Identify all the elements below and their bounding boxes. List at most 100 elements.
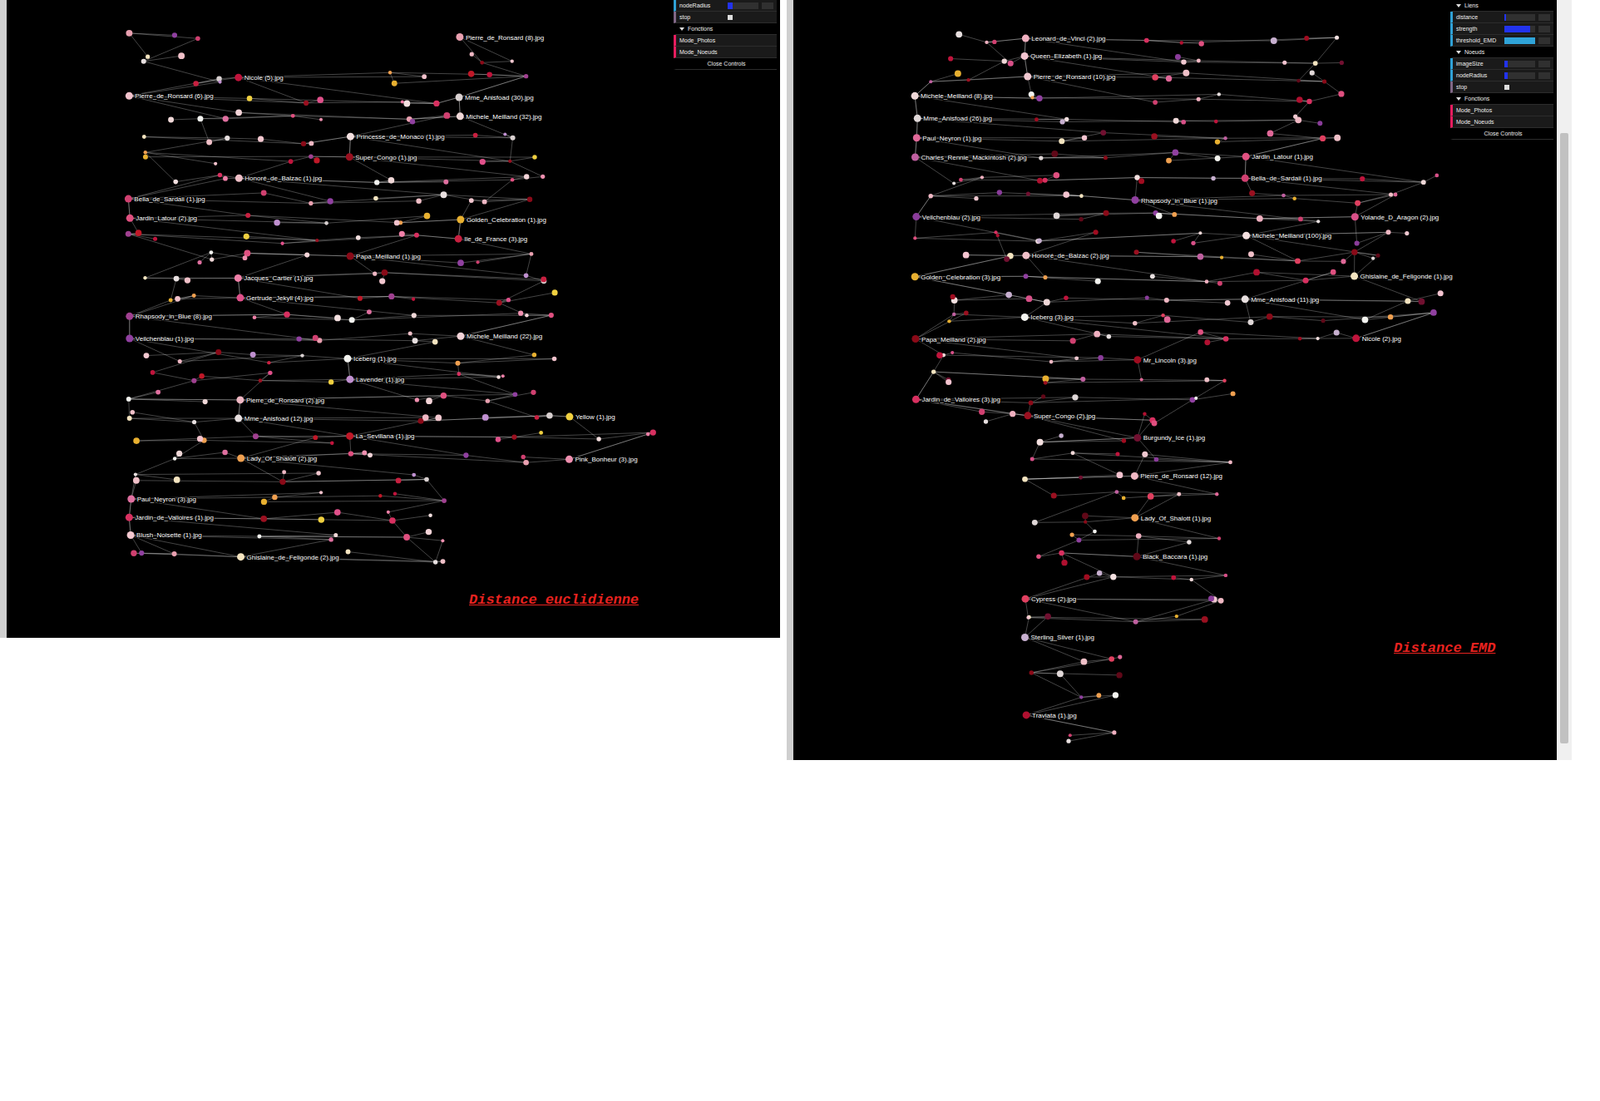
flower-node[interactable] — [540, 276, 547, 283]
flower-node[interactable] — [411, 473, 416, 478]
flower-node[interactable] — [1223, 335, 1230, 342]
flower-node[interactable] — [379, 277, 386, 284]
flower-node[interactable] — [984, 40, 988, 45]
labeled-node[interactable]: Bella_de_Sardaii (1).jpg — [1241, 174, 1323, 183]
flower-node[interactable] — [1393, 192, 1398, 198]
flower-node[interactable] — [198, 373, 204, 379]
flower-node[interactable] — [1306, 98, 1312, 104]
flower-node[interactable] — [252, 315, 257, 320]
flower-node[interactable] — [440, 392, 447, 399]
flower-node[interactable] — [1354, 200, 1361, 207]
flower-node[interactable] — [945, 379, 952, 386]
flower-node[interactable] — [217, 80, 222, 84]
flower-node[interactable] — [528, 251, 534, 257]
flower-node[interactable] — [1022, 251, 1030, 260]
labeled-node[interactable]: Rhapsody_in_Blue (8).jpg — [125, 312, 213, 321]
flower-node[interactable] — [1173, 118, 1180, 124]
flower-node[interactable] — [1130, 472, 1139, 480]
flower-node[interactable] — [242, 255, 248, 261]
flower-node[interactable] — [1222, 378, 1226, 382]
flower-node[interactable] — [1036, 94, 1042, 101]
flower-node[interactable] — [521, 454, 526, 460]
flower-node[interactable] — [506, 297, 511, 302]
flower-node[interactable] — [1303, 277, 1309, 284]
flower-node[interactable] — [1256, 215, 1264, 223]
flower-node[interactable] — [1076, 538, 1082, 544]
flower-node[interactable] — [355, 235, 361, 241]
labeled-node[interactable]: Golden_Celebration (1).jpg — [456, 216, 547, 225]
flower-node[interactable] — [1180, 40, 1184, 45]
flower-node[interactable] — [361, 450, 367, 456]
flower-node[interactable] — [1022, 476, 1028, 483]
flower-node[interactable] — [252, 433, 259, 440]
flower-node[interactable] — [1111, 730, 1117, 735]
flower-node[interactable] — [456, 371, 461, 376]
flower-node[interactable] — [1154, 457, 1160, 463]
number-field[interactable] — [761, 2, 774, 10]
flower-node[interactable] — [1058, 550, 1065, 557]
scrollbar[interactable] — [1556, 0, 1572, 761]
flower-node[interactable] — [124, 195, 133, 203]
flower-node[interactable] — [510, 135, 516, 141]
control-folder[interactable]: Noeuds — [1450, 46, 1554, 59]
flower-node[interactable] — [1242, 153, 1250, 161]
labeled-node[interactable]: Michele_Meilland (100).jpg — [1242, 232, 1332, 241]
flower-node[interactable] — [326, 197, 333, 204]
flower-node[interactable] — [345, 375, 354, 384]
flower-node[interactable] — [1130, 513, 1139, 522]
flower-node[interactable] — [1198, 231, 1202, 235]
flower-node[interactable] — [1053, 172, 1061, 179]
flower-node[interactable] — [176, 450, 183, 457]
flower-node[interactable] — [1134, 249, 1140, 255]
flower-node[interactable] — [209, 256, 214, 262]
flower-node[interactable] — [485, 398, 490, 403]
flower-node[interactable] — [952, 312, 957, 317]
flower-node[interactable] — [1155, 212, 1163, 220]
labeled-node[interactable]: Princesse_de_Monaco (1).jpg — [346, 133, 445, 142]
flower-node[interactable] — [235, 108, 242, 116]
flower-node[interactable] — [308, 153, 313, 159]
control-checkbox[interactable]: stop — [1450, 81, 1554, 94]
flower-node[interactable] — [393, 491, 397, 495]
flower-node[interactable] — [503, 132, 507, 136]
flower-node[interactable] — [911, 153, 919, 162]
flower-node[interactable] — [455, 93, 464, 101]
flower-node[interactable] — [408, 331, 413, 336]
flower-node[interactable] — [552, 356, 558, 362]
flower-node[interactable] — [928, 193, 933, 198]
flower-node[interactable] — [127, 415, 133, 421]
flower-node[interactable] — [512, 391, 518, 397]
flower-node[interactable] — [1175, 614, 1179, 618]
checkbox[interactable] — [727, 14, 733, 20]
flower-node[interactable] — [486, 71, 493, 78]
flower-node[interactable] — [1022, 711, 1031, 719]
flower-node[interactable] — [1121, 438, 1126, 443]
labeled-node[interactable]: Michele_Meilland (8).jpg — [911, 92, 993, 101]
flower-node[interactable] — [1081, 134, 1087, 140]
control-slider[interactable]: imageSize — [1450, 58, 1554, 70]
flower-node[interactable] — [213, 162, 218, 166]
flower-node[interactable] — [135, 229, 143, 237]
flower-node[interactable] — [424, 477, 430, 483]
labeled-node[interactable]: Papa_Meilland (2).jpg — [911, 335, 986, 344]
number-field[interactable] — [1538, 72, 1551, 80]
labeled-node[interactable]: Jardin_Latour (1).jpg — [1242, 153, 1314, 162]
flower-node[interactable] — [195, 35, 201, 41]
flower-node[interactable] — [540, 174, 545, 179]
flower-node[interactable] — [1133, 355, 1141, 364]
flower-node[interactable] — [273, 219, 280, 226]
labeled-node[interactable]: Ile_de_France (3).jpg — [454, 235, 529, 244]
flower-node[interactable] — [202, 399, 208, 405]
flower-node[interactable] — [346, 133, 355, 141]
flower-node[interactable] — [963, 311, 969, 317]
flower-node[interactable] — [1151, 74, 1159, 81]
flower-node[interactable] — [403, 533, 410, 541]
flower-node[interactable] — [1121, 496, 1126, 501]
flower-node[interactable] — [1351, 248, 1358, 255]
checkbox[interactable] — [1504, 84, 1510, 90]
flower-node[interactable] — [177, 52, 185, 60]
flower-node[interactable] — [301, 141, 307, 147]
flower-node[interactable] — [172, 179, 178, 185]
labeled-node[interactable]: Nicole (2).jpg — [1352, 334, 1402, 343]
flower-node[interactable] — [1150, 133, 1158, 140]
